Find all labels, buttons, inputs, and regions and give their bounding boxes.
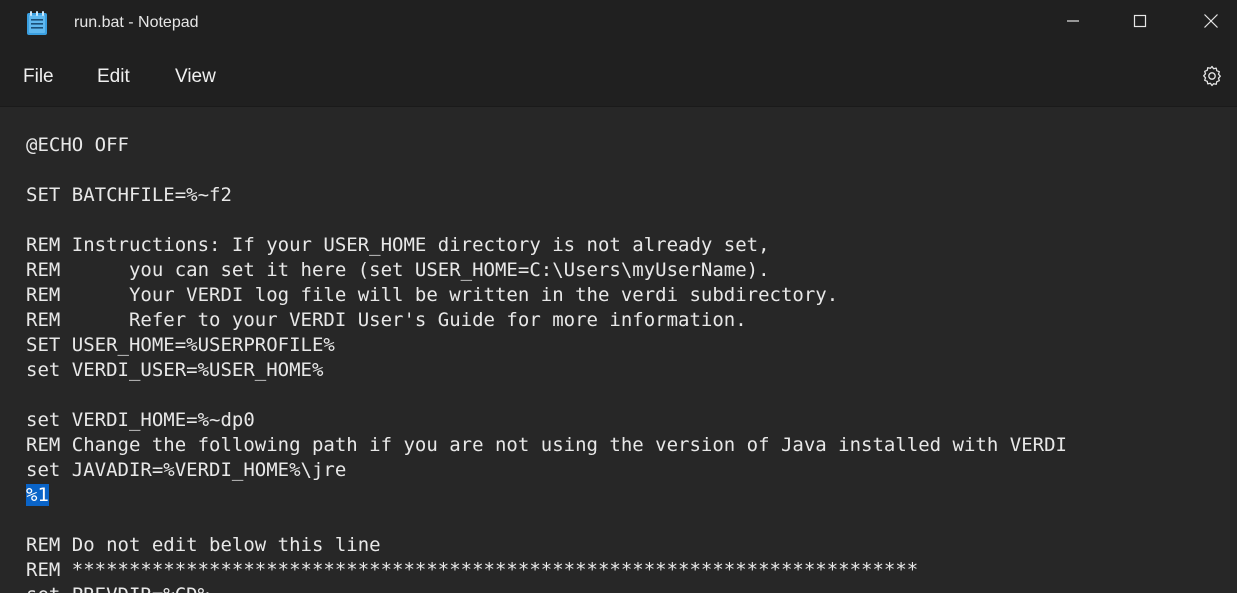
editor-line[interactable]: set PREVDIR=%CD% bbox=[26, 583, 1067, 593]
text-editor[interactable]: @ECHO OFF SET BATCHFILE=%~f2 REM Instructi… bbox=[0, 106, 1237, 593]
close-button[interactable] bbox=[1188, 0, 1234, 42]
editor-line[interactable] bbox=[26, 508, 1067, 533]
editor-line[interactable] bbox=[26, 383, 1067, 408]
maximize-icon bbox=[1133, 14, 1147, 28]
editor-line[interactable] bbox=[26, 158, 1067, 183]
editor-line[interactable]: SET BATCHFILE=%~f2 bbox=[26, 183, 1067, 208]
gear-icon bbox=[1200, 64, 1224, 92]
close-icon bbox=[1203, 13, 1219, 29]
editor-line[interactable]: REM ************************************… bbox=[26, 558, 1067, 583]
notepad-icon bbox=[26, 10, 48, 36]
menu-file[interactable]: File bbox=[23, 65, 54, 89]
title-bar[interactable]: run.bat - Notepad bbox=[0, 0, 1237, 46]
editor-line[interactable]: REM you can set it here (set USER_HOME=C… bbox=[26, 258, 1067, 283]
editor-line[interactable]: REM Change the following path if you are… bbox=[26, 433, 1067, 458]
editor-line[interactable]: REM Do not edit below this line bbox=[26, 533, 1067, 558]
settings-button[interactable] bbox=[1199, 65, 1225, 91]
menu-view[interactable]: View bbox=[175, 65, 216, 89]
editor-line[interactable]: %1 bbox=[26, 483, 1067, 508]
selected-text[interactable]: %1 bbox=[26, 484, 49, 506]
minimize-icon bbox=[1066, 14, 1080, 28]
editor-line[interactable]: set JAVADIR=%VERDI_HOME%\jre bbox=[26, 458, 1067, 483]
maximize-button[interactable] bbox=[1117, 0, 1163, 42]
editor-line[interactable]: set VERDI_HOME=%~dp0 bbox=[26, 408, 1067, 433]
editor-line[interactable]: REM Refer to your VERDI User's Guide for… bbox=[26, 308, 1067, 333]
editor-content[interactable]: @ECHO OFF SET BATCHFILE=%~f2 REM Instructi… bbox=[26, 133, 1067, 593]
notepad-window: run.bat - Notepad File Edit View @ECHO O… bbox=[0, 0, 1237, 593]
window-title: run.bat - Notepad bbox=[74, 14, 199, 31]
editor-line[interactable]: REM Your VERDI log file will be written … bbox=[26, 283, 1067, 308]
editor-line[interactable]: set VERDI_USER=%USER_HOME% bbox=[26, 358, 1067, 383]
editor-line[interactable]: SET USER_HOME=%USERPROFILE% bbox=[26, 333, 1067, 358]
menu-edit[interactable]: Edit bbox=[97, 65, 130, 89]
minimize-button[interactable] bbox=[1050, 0, 1096, 42]
editor-line[interactable]: REM Instructions: If your USER_HOME dire… bbox=[26, 233, 1067, 258]
editor-line[interactable] bbox=[26, 208, 1067, 233]
menu-bar: File Edit View bbox=[0, 46, 1237, 106]
editor-line[interactable]: @ECHO OFF bbox=[26, 133, 1067, 158]
